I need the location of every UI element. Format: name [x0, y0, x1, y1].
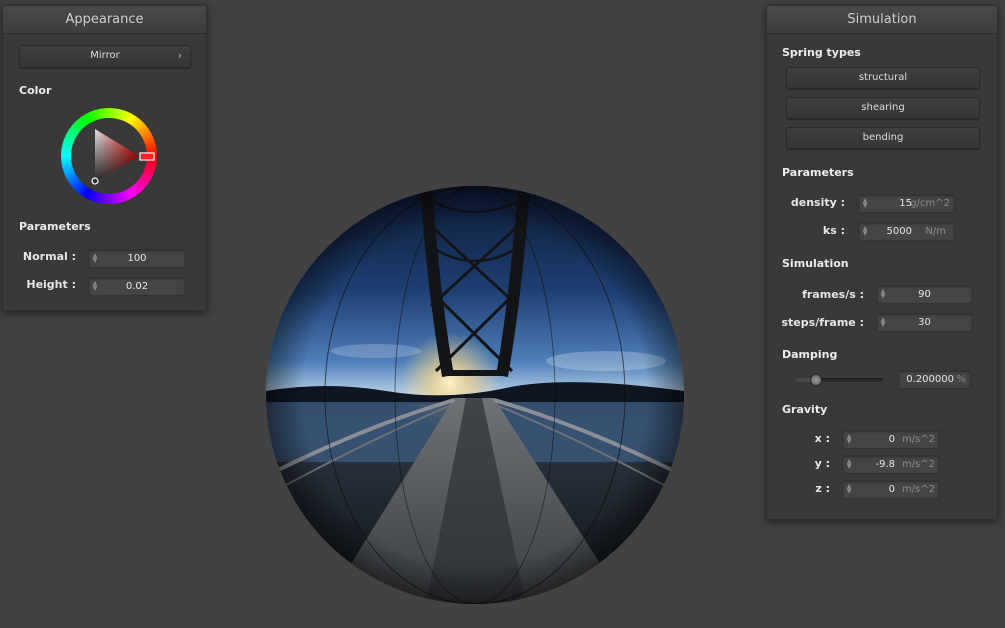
chevron-right-icon: ›	[177, 49, 182, 62]
color-section-label: Color	[19, 84, 52, 97]
damping-slider-thumb[interactable]	[810, 374, 822, 386]
color-wheel[interactable]	[61, 108, 157, 204]
simulation-panel: Simulation Spring types structural shear…	[766, 5, 998, 520]
color-triangle[interactable]	[61, 108, 157, 204]
shearing-button[interactable]: shearing	[786, 97, 980, 119]
gravity-y-label: y :	[814, 457, 830, 470]
spin-arrows-icon[interactable]: ▲ ▼	[846, 459, 852, 470]
gravity-y-input[interactable]: ▲ ▼ -9.8 m/s^2	[842, 455, 940, 474]
material-dropdown-button[interactable]: Mirror ›	[19, 45, 191, 68]
damping-slider[interactable]	[795, 374, 883, 386]
damping-input[interactable]: 0.200000 %	[898, 370, 971, 389]
appearance-parameters-label: Parameters	[19, 220, 91, 233]
density-label: density :	[790, 196, 845, 209]
fps-label: frames/s :	[802, 288, 864, 301]
sim-parameters-label: Parameters	[782, 166, 854, 179]
gravity-z-label: z :	[815, 482, 830, 495]
damping-label: Damping	[782, 348, 838, 361]
gravity-z-input[interactable]: ▲ ▼ 0 m/s^2	[842, 480, 940, 499]
mirror-sphere	[266, 186, 684, 604]
appearance-title: Appearance	[3, 6, 206, 34]
gravity-label: Gravity	[782, 403, 828, 416]
normal-input[interactable]: ▲ ▼ 100	[88, 249, 186, 268]
steps-input[interactable]: ▲ ▼ 30	[876, 313, 973, 332]
simulation-title: Simulation	[767, 6, 997, 34]
spin-arrows-icon[interactable]: ▲ ▼	[846, 434, 852, 445]
fps-input[interactable]: ▲ ▼ 90	[876, 285, 973, 304]
simulation-section-label: Simulation	[782, 257, 849, 270]
gravity-x-label: x :	[814, 432, 830, 445]
render-viewport[interactable]	[266, 186, 684, 604]
ks-input[interactable]: ▲ ▼ 5000 N/m	[858, 222, 955, 241]
height-label: Height :	[26, 278, 76, 291]
spin-arrows-icon[interactable]: ▲ ▼	[862, 198, 868, 209]
spin-arrows-icon[interactable]: ▲ ▼	[846, 484, 852, 495]
spring-types-label: Spring types	[782, 46, 861, 59]
material-label: Mirror	[90, 50, 120, 61]
normal-label: Normal :	[22, 250, 76, 263]
density-input[interactable]: ▲ ▼ 15 g/cm^2	[858, 194, 955, 213]
structural-button[interactable]: structural	[786, 67, 980, 89]
steps-label: steps/frame :	[781, 316, 865, 329]
bending-button[interactable]: bending	[786, 127, 980, 149]
height-input[interactable]: ▲ ▼ 0.02	[88, 277, 186, 296]
gravity-x-input[interactable]: ▲ ▼ 0 m/s^2	[842, 430, 940, 449]
appearance-panel: Appearance Mirror › Color Parameters Nor…	[2, 5, 207, 311]
ks-label: ks :	[822, 224, 845, 237]
spin-arrows-icon[interactable]: ▲ ▼	[862, 226, 868, 237]
